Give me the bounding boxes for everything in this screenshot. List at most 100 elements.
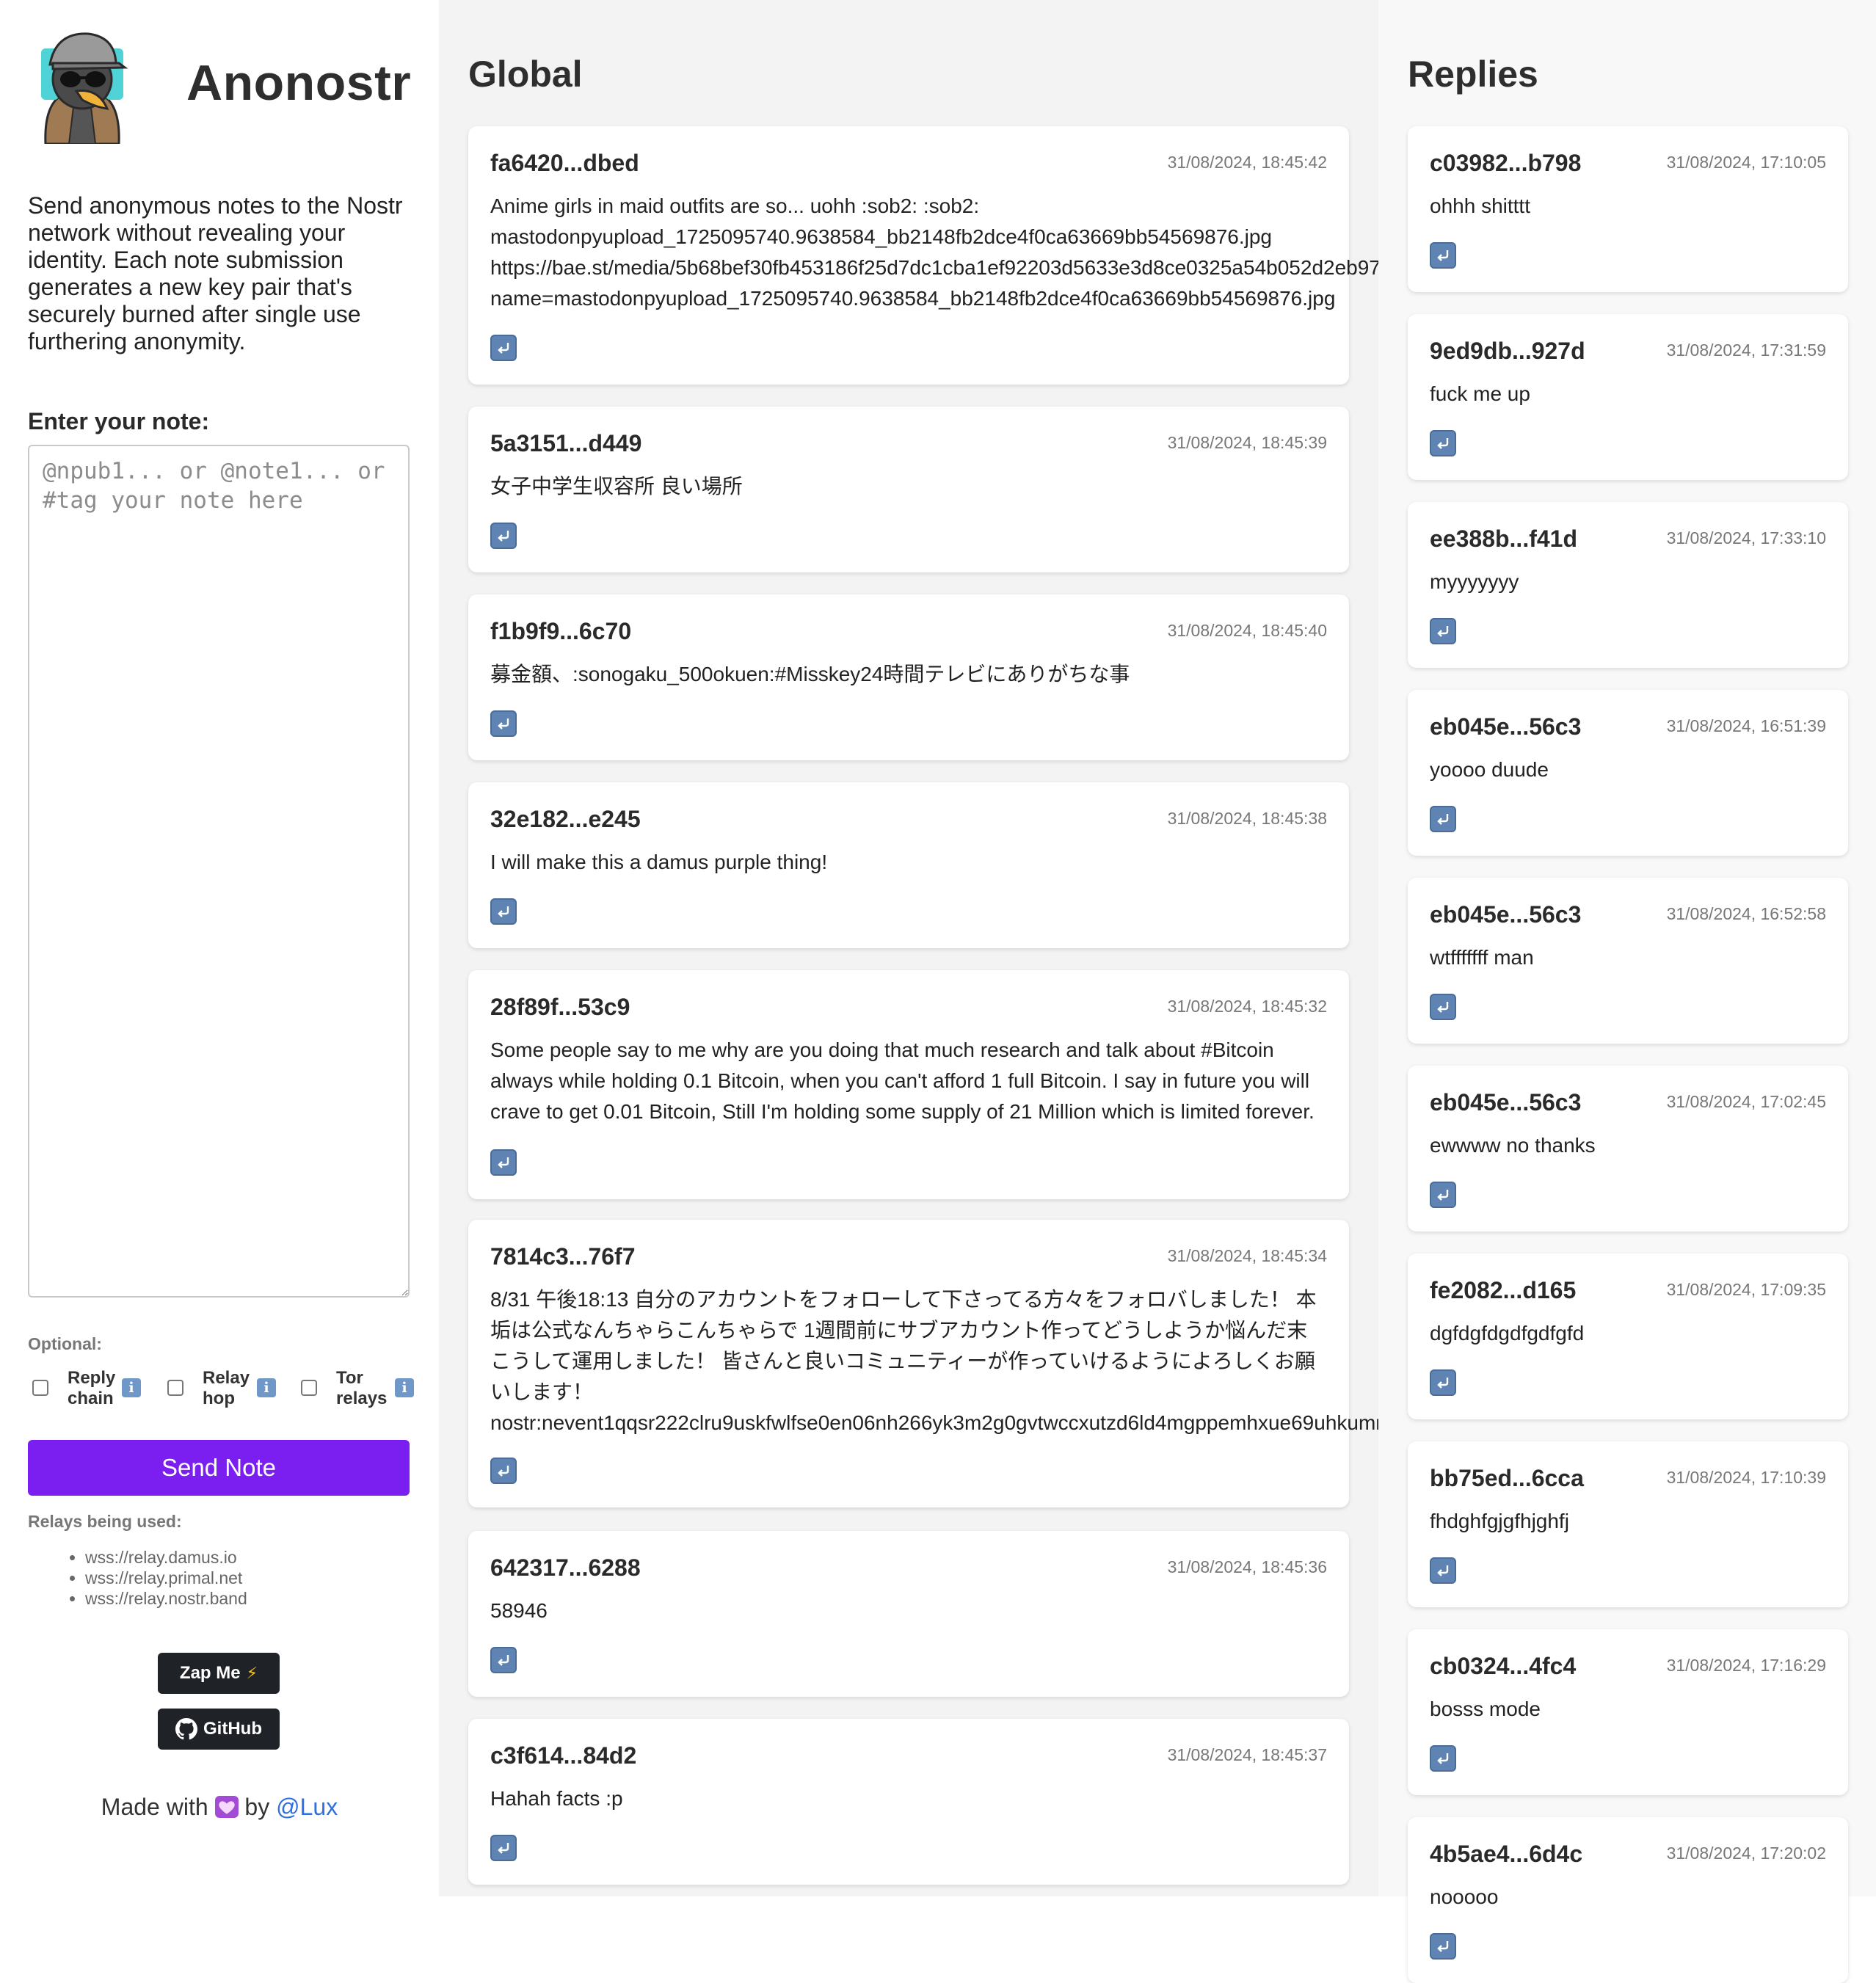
note-timestamp: 31/08/2024, 18:45:39 bbox=[1167, 433, 1327, 452]
note-card[interactable]: 642317...6288 31/08/2024, 18:45:36 58946 bbox=[468, 1531, 1349, 1697]
note-card[interactable]: eb045e...56c3 31/08/2024, 16:52:58 wtfffff… bbox=[1408, 878, 1848, 1044]
reply-arrow-icon[interactable] bbox=[490, 710, 517, 737]
note-pubkey[interactable]: fe2082...d165 bbox=[1430, 1277, 1576, 1304]
reply-arrow-icon[interactable] bbox=[1430, 430, 1456, 456]
note-card[interactable]: eb045e...56c3 31/08/2024, 16:51:39 yoooo d… bbox=[1408, 690, 1848, 856]
reply-arrow-icon[interactable] bbox=[1430, 618, 1456, 644]
note-timestamp: 31/08/2024, 18:45:38 bbox=[1167, 809, 1327, 828]
note-content: ewwww no thanks bbox=[1430, 1134, 1596, 1157]
note-pubkey[interactable]: f1b9f9...6c70 bbox=[490, 618, 631, 645]
note-content: Anime girls in maid outfits are so... uo… bbox=[490, 194, 1381, 310]
note-pubkey[interactable]: 4b5ae4...6d4c bbox=[1430, 1841, 1582, 1868]
tor-relays-checkbox[interactable] bbox=[301, 1380, 317, 1396]
note-pubkey[interactable]: 32e182...e245 bbox=[490, 806, 641, 833]
reply-arrow-icon[interactable] bbox=[1430, 806, 1456, 832]
note-content: 女子中学生収容所 良い場所 bbox=[490, 475, 743, 498]
note-content: wtfffffff man bbox=[1430, 946, 1534, 969]
note-timestamp: 31/08/2024, 18:45:36 bbox=[1167, 1557, 1327, 1576]
note-card[interactable]: 5a3151...d449 31/08/2024, 18:45:39 女子中学生収容… bbox=[468, 407, 1349, 572]
zap-me-button[interactable]: Zap Me ⚡ bbox=[158, 1653, 280, 1694]
replies-feed: Replies c03982...b798 31/08/2024, 17:10:0… bbox=[1378, 0, 1876, 1983]
reply-chain-checkbox[interactable] bbox=[32, 1380, 48, 1396]
note-card[interactable]: 28f89f...53c9 31/08/2024, 18:45:32 Some pe… bbox=[468, 970, 1349, 1199]
note-card[interactable]: fa6420...dbed 31/08/2024, 18:45:42 Anime g… bbox=[468, 126, 1381, 385]
send-note-button[interactable]: Send Note bbox=[28, 1440, 410, 1496]
note-timestamp: 31/08/2024, 17:31:59 bbox=[1666, 341, 1826, 360]
note-pubkey[interactable]: 9ed9db...927d bbox=[1430, 338, 1585, 365]
app-title: Anonostr bbox=[186, 55, 412, 111]
relay-item: wss://relay.damus.io bbox=[85, 1547, 247, 1568]
note-timestamp: 31/08/2024, 17:16:29 bbox=[1666, 1656, 1826, 1675]
note-card[interactable]: bb75ed...6cca 31/08/2024, 17:10:39 fhdghfg… bbox=[1408, 1441, 1848, 1607]
note-card[interactable]: 7814c3...76f7 31/08/2024, 18:45:34 8/31 午後… bbox=[468, 1220, 1393, 1507]
footer: Made with by @Lux bbox=[0, 1794, 439, 1821]
note-content: Some people say to me why are you doing … bbox=[490, 1038, 1315, 1123]
note-content: ohhh shitttt bbox=[1430, 194, 1530, 217]
reply-arrow-icon[interactable] bbox=[490, 335, 517, 361]
github-button[interactable]: GitHub bbox=[158, 1709, 280, 1750]
note-pubkey[interactable]: 5a3151...d449 bbox=[490, 430, 641, 457]
brand: Anonostr bbox=[31, 26, 412, 144]
relays-label: Relays being used: bbox=[28, 1512, 182, 1531]
reply-arrow-icon[interactable] bbox=[490, 523, 517, 549]
reply-arrow-icon[interactable] bbox=[490, 1647, 517, 1673]
note-card[interactable]: eb045e...56c3 31/08/2024, 17:02:45 ewwww n… bbox=[1408, 1066, 1848, 1231]
github-icon bbox=[175, 1718, 197, 1740]
note-content: nooooo bbox=[1430, 1885, 1499, 1908]
note-label: Enter your note: bbox=[28, 408, 210, 434]
optional-label: Optional: bbox=[28, 1334, 102, 1353]
intro-text: Send anonymous notes to the Nostr networ… bbox=[28, 192, 403, 354]
note-timestamp: 31/08/2024, 16:51:39 bbox=[1666, 716, 1826, 735]
reply-arrow-icon[interactable] bbox=[1430, 242, 1456, 269]
note-card[interactable]: cb0324...4fc4 31/08/2024, 17:16:29 bosss m… bbox=[1408, 1629, 1848, 1795]
replies-title: Replies bbox=[1408, 54, 1538, 95]
note-pubkey[interactable]: eb045e...56c3 bbox=[1430, 901, 1581, 928]
note-pubkey[interactable]: c03982...b798 bbox=[1430, 150, 1581, 177]
note-card[interactable]: f1b9f9...6c70 31/08/2024, 18:45:40 募金額、:so… bbox=[468, 594, 1349, 760]
reply-arrow-icon[interactable] bbox=[1430, 994, 1456, 1020]
note-timestamp: 31/08/2024, 17:10:05 bbox=[1666, 153, 1826, 172]
github-label: GitHub bbox=[203, 1719, 262, 1739]
note-input[interactable] bbox=[28, 445, 410, 1298]
relay-list: wss://relay.damus.io wss://relay.primal.… bbox=[59, 1547, 247, 1609]
note-pubkey[interactable]: fa6420...dbed bbox=[490, 150, 639, 177]
note-pubkey[interactable]: 642317...6288 bbox=[490, 1554, 641, 1582]
relay-hop-checkbox[interactable] bbox=[167, 1380, 183, 1396]
note-pubkey[interactable]: c3f614...84d2 bbox=[490, 1742, 636, 1769]
author-link[interactable]: @Lux bbox=[276, 1794, 338, 1820]
reply-arrow-icon[interactable] bbox=[1430, 1933, 1456, 1960]
sidebar: Anonostr Send anonymous notes to the Nos… bbox=[0, 0, 439, 1896]
zap-me-label: Zap Me bbox=[179, 1663, 241, 1683]
note-pubkey[interactable]: eb045e...56c3 bbox=[1430, 713, 1581, 741]
note-card[interactable]: 4b5ae4...6d4c 31/08/2024, 17:20:02 nooooo bbox=[1408, 1817, 1848, 1983]
reply-arrow-icon[interactable] bbox=[490, 1458, 517, 1484]
note-pubkey[interactable]: 28f89f...53c9 bbox=[490, 994, 630, 1021]
reply-arrow-icon[interactable] bbox=[1430, 1557, 1456, 1584]
info-icon[interactable]: i bbox=[257, 1378, 276, 1397]
reply-arrow-icon[interactable] bbox=[490, 1149, 517, 1176]
note-card[interactable]: c3f614...84d2 31/08/2024, 18:45:37 Hahah f… bbox=[468, 1719, 1349, 1885]
made-with-text: Made with bbox=[101, 1794, 208, 1820]
note-pubkey[interactable]: 7814c3...76f7 bbox=[490, 1243, 636, 1270]
note-pubkey[interactable]: ee388b...f41d bbox=[1430, 525, 1577, 553]
note-card[interactable]: ee388b...f41d 31/08/2024, 17:33:10 myyyyyy… bbox=[1408, 502, 1848, 668]
reply-arrow-icon[interactable] bbox=[490, 898, 517, 925]
option-label: Reply chain bbox=[68, 1368, 116, 1408]
note-pubkey[interactable]: cb0324...4fc4 bbox=[1430, 1653, 1576, 1680]
reply-arrow-icon[interactable] bbox=[1430, 1745, 1456, 1772]
note-card[interactable]: fe2082...d165 31/08/2024, 17:09:35 dgfdgfd… bbox=[1408, 1254, 1848, 1419]
options-row: Reply chain i Relay hop i Tor relays i bbox=[28, 1367, 424, 1411]
note-timestamp: 31/08/2024, 17:09:35 bbox=[1666, 1280, 1826, 1299]
option-label: Tor relays bbox=[336, 1368, 388, 1408]
note-card[interactable]: 32e182...e245 31/08/2024, 18:45:38 I will … bbox=[468, 782, 1349, 948]
note-card[interactable]: c03982...b798 31/08/2024, 17:10:05 ohhh sh… bbox=[1408, 126, 1848, 292]
note-card[interactable]: 9ed9db...927d 31/08/2024, 17:31:59 fuck me… bbox=[1408, 314, 1848, 480]
reply-arrow-icon[interactable] bbox=[490, 1835, 517, 1861]
reply-arrow-icon[interactable] bbox=[1430, 1182, 1456, 1208]
note-pubkey[interactable]: bb75ed...6cca bbox=[1430, 1465, 1584, 1492]
reply-arrow-icon[interactable] bbox=[1430, 1369, 1456, 1396]
note-content: 募金額、:sonogaku_500okuen:#Misskey24時間テレビにあ… bbox=[490, 663, 1130, 685]
info-icon[interactable]: i bbox=[395, 1378, 414, 1397]
info-icon[interactable]: i bbox=[122, 1378, 141, 1397]
note-pubkey[interactable]: eb045e...56c3 bbox=[1430, 1089, 1581, 1116]
